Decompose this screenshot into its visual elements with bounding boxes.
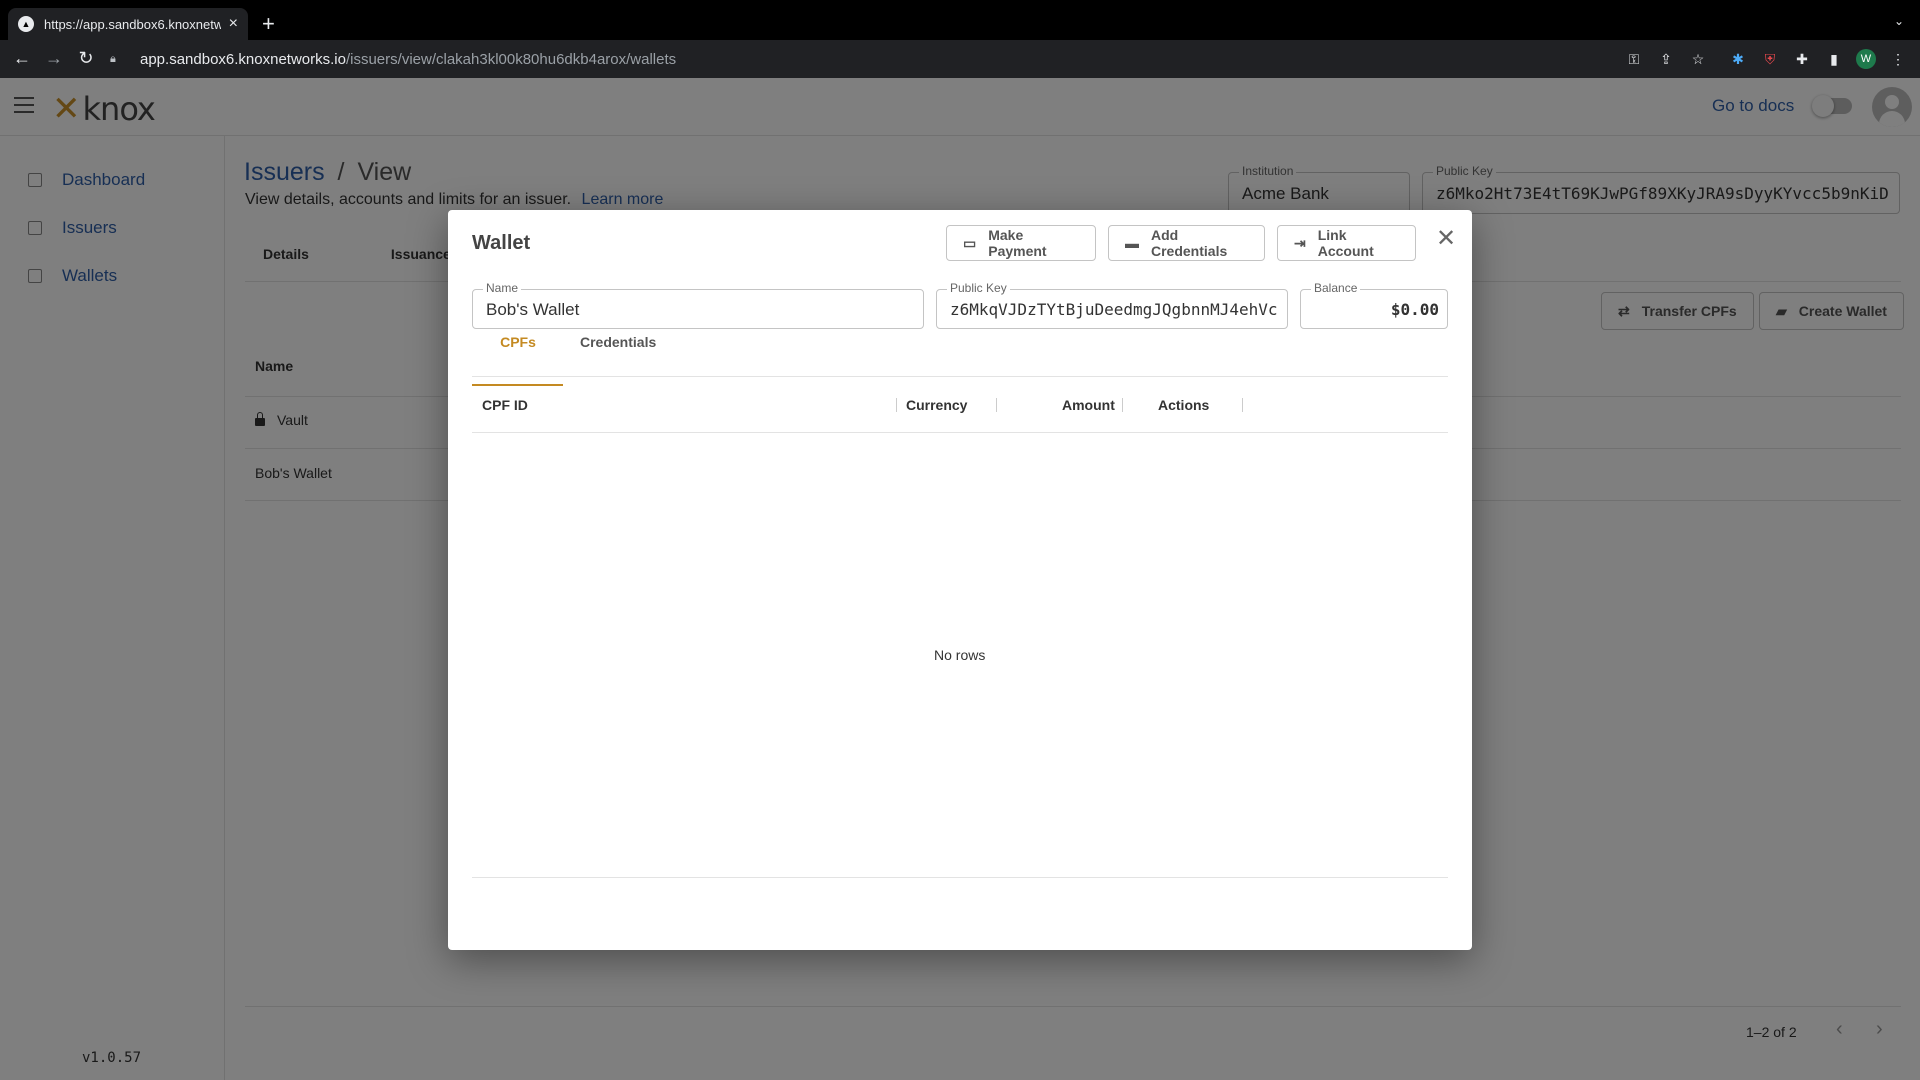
address-bar: ← → ↻ 🔒︎ app.sandbox6.knoxnetworks.io/is… bbox=[0, 40, 1920, 78]
login-icon: ⇥ bbox=[1294, 234, 1306, 251]
browser-tab-title: https://app.sandbox6.knoxnetw bbox=[44, 16, 221, 32]
extensions-puzzle-icon[interactable]: ✚ bbox=[1792, 49, 1812, 69]
new-tab-icon[interactable]: + bbox=[262, 12, 275, 36]
column-separator[interactable] bbox=[1242, 398, 1243, 412]
add-credentials-label: Add Credentials bbox=[1151, 227, 1228, 259]
tab-cpfs-label: CPFs bbox=[500, 334, 536, 350]
column-header-cpf-id[interactable]: CPF ID bbox=[482, 397, 528, 413]
wallet-public-key-value: z6MkqVJDzTYtBjuDeedmgJQgbnnMJ4ehVc bbox=[950, 300, 1278, 319]
share-icon[interactable]: ⇪ bbox=[1656, 49, 1676, 69]
extension-shield-icon[interactable]: ⛨ bbox=[1760, 49, 1780, 69]
tab-cpfs[interactable]: CPFs bbox=[472, 335, 564, 386]
lock-icon: 🔒︎ bbox=[110, 52, 116, 65]
profile-avatar[interactable]: W bbox=[1856, 49, 1876, 69]
footer-divider bbox=[472, 877, 1448, 878]
wallet-public-key-label: Public Key bbox=[947, 281, 1010, 295]
column-separator[interactable] bbox=[996, 398, 997, 412]
column-header-amount[interactable]: Amount bbox=[1062, 397, 1115, 413]
column-header-actions[interactable]: Actions bbox=[1158, 397, 1209, 413]
reload-icon[interactable]: ↻ bbox=[70, 48, 102, 69]
credit-card-icon: ▭ bbox=[963, 234, 977, 251]
header-divider bbox=[472, 432, 1448, 433]
browser-tab[interactable]: ▲ https://app.sandbox6.knoxnetw × bbox=[8, 8, 248, 40]
favicon-icon: ▲ bbox=[18, 16, 34, 32]
add-credentials-button[interactable]: ▬ Add Credentials bbox=[1108, 225, 1265, 261]
tabs-divider bbox=[472, 376, 1448, 377]
wallet-name-value: Bob's Wallet bbox=[486, 300, 580, 319]
browser-tab-bar: ▲ https://app.sandbox6.knoxnetw × + ⌄ bbox=[0, 0, 1920, 40]
bookmark-star-icon[interactable]: ☆ bbox=[1688, 49, 1708, 69]
wallet-balance-field[interactable]: Balance $0.00 bbox=[1300, 281, 1448, 329]
extension-asterisk-icon[interactable]: ✱ bbox=[1728, 49, 1748, 69]
tab-credentials[interactable]: Credentials bbox=[564, 335, 656, 386]
close-tab-icon[interactable]: × bbox=[229, 15, 238, 33]
wallet-dialog: Wallet ▭ Make Payment ▬ Add Credentials … bbox=[448, 210, 1472, 950]
url-path: /issuers/view/clakah3kl00k80hu6dkb4arox/… bbox=[345, 50, 677, 68]
side-panel-icon[interactable]: ▮ bbox=[1824, 49, 1844, 69]
key-icon[interactable]: ⚿ bbox=[1624, 49, 1644, 69]
back-icon[interactable]: ← bbox=[6, 48, 38, 69]
column-separator[interactable] bbox=[896, 398, 897, 412]
make-payment-button[interactable]: ▭ Make Payment bbox=[946, 225, 1096, 261]
dialog-title: Wallet bbox=[472, 232, 531, 254]
balance-value: $0.00 bbox=[1390, 300, 1439, 319]
wallet-name-field[interactable]: Name Bob's Wallet bbox=[472, 281, 924, 329]
balance-label: Balance bbox=[1311, 281, 1361, 295]
column-separator[interactable] bbox=[1122, 398, 1123, 412]
column-header-currency[interactable]: Currency bbox=[906, 397, 967, 413]
wallet-name-label: Name bbox=[483, 281, 522, 295]
url-field[interactable]: 🔒︎ app.sandbox6.knoxnetworks.io/issuers/… bbox=[110, 45, 1870, 73]
wallet-tabs: CPFs Credentials bbox=[472, 335, 656, 386]
tab-search-icon[interactable]: ⌄ bbox=[1894, 14, 1904, 28]
url-host: app.sandbox6.knoxnetworks.io bbox=[140, 50, 346, 68]
tab-credentials-label: Credentials bbox=[580, 334, 657, 350]
empty-state-text: No rows bbox=[934, 647, 986, 663]
browser-menu-icon[interactable]: ⋮ bbox=[1888, 49, 1908, 69]
make-payment-label: Make Payment bbox=[988, 227, 1047, 259]
card-icon: ▬ bbox=[1125, 235, 1139, 251]
wallet-public-key-field[interactable]: Public Key z6MkqVJDzTYtBjuDeedmgJQgbnnMJ… bbox=[936, 281, 1288, 329]
link-account-label: Link Account bbox=[1317, 227, 1374, 259]
close-icon[interactable]: ✕ bbox=[1436, 224, 1456, 253]
forward-icon[interactable]: → bbox=[38, 48, 70, 69]
link-account-button[interactable]: ⇥ Link Account bbox=[1277, 225, 1416, 261]
